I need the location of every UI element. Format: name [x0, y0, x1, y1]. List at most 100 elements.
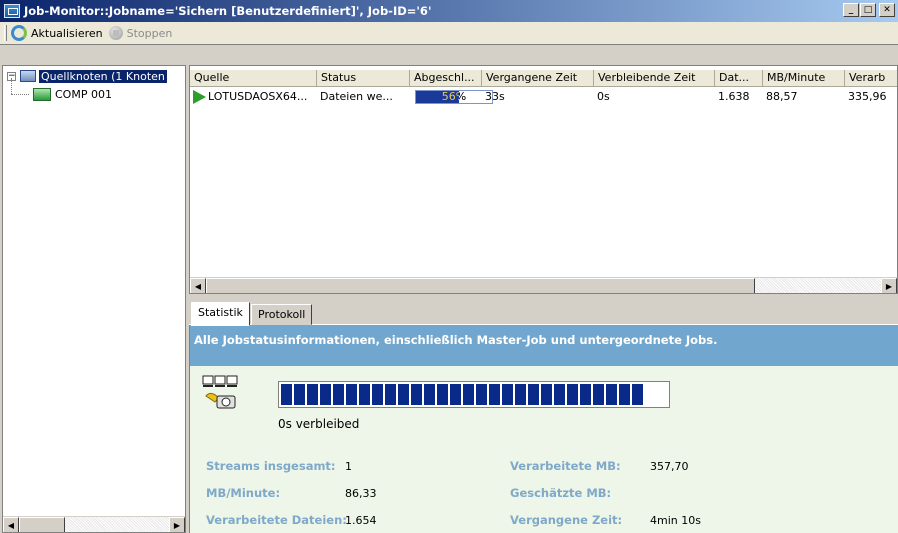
cell-files[interactable]: 1.638	[715, 89, 763, 105]
progress-segment	[554, 384, 565, 405]
scroll-track[interactable]	[755, 278, 881, 293]
stop-icon	[108, 26, 123, 40]
tree-root-label: Quellknoten (1 Knoten	[39, 69, 167, 83]
stop-label: Stoppen	[126, 26, 173, 40]
source-nodes-icon	[20, 70, 36, 82]
tree-line-horizontal	[11, 94, 29, 95]
maximize-button[interactable]: □	[860, 3, 876, 17]
refresh-button[interactable]: Aktualisieren	[11, 25, 103, 41]
progress-segment	[437, 384, 448, 405]
window-title: Job-Monitor::Jobname='Sichern [Benutzerd…	[24, 4, 432, 18]
processed-mb-label: Verarbeitete MB:	[510, 459, 621, 473]
remaining-time-text: 0s verbleibed	[278, 417, 360, 431]
running-icon	[193, 90, 206, 104]
scroll-thumb[interactable]	[19, 517, 65, 532]
progress-label: 56%	[441, 90, 467, 103]
title-bar: Job-Monitor::Jobname='Sichern [Benutzerd…	[0, 0, 898, 22]
progress-segment	[528, 384, 539, 405]
progress-segment	[567, 384, 578, 405]
progress-segment	[541, 384, 552, 405]
column-header[interactable]: Verarb	[845, 70, 897, 87]
scroll-right-icon[interactable]: ▶	[169, 517, 185, 532]
statistics-panel: Alle Jobstatusinformationen, einschließl…	[189, 325, 898, 533]
streams-total-label: Streams insgesamt:	[206, 459, 336, 473]
tab-statistics[interactable]: Statistik	[191, 302, 250, 326]
close-button[interactable]: ✕	[879, 3, 895, 17]
source-node-tree[interactable]: − Quellknoten (1 Knoten COMP 001 ◀ ▶	[2, 65, 186, 533]
stop-button[interactable]: Stoppen	[108, 26, 173, 40]
column-header[interactable]: Abgeschl...	[410, 70, 482, 87]
progress-segment	[307, 384, 318, 405]
job-list[interactable]: Quelle Status Abgeschl... Vergangene Zei…	[189, 65, 898, 294]
toolbar: Aktualisieren Stoppen	[0, 22, 898, 45]
streams-total-value: 1	[345, 460, 352, 473]
progress-segment	[372, 384, 383, 405]
column-header[interactable]: MB/Minute	[763, 70, 845, 87]
progress-segment	[359, 384, 370, 405]
tree-child-label: COMP 001	[55, 87, 112, 101]
progress-segment	[463, 384, 474, 405]
tab-strip: Statistik Protokoll	[189, 301, 898, 326]
column-header[interactable]: Quelle	[190, 70, 317, 87]
cell-remaining[interactable]: 0s	[594, 89, 715, 105]
refresh-icon	[11, 25, 27, 41]
progress-segment	[619, 384, 630, 405]
progress-segment	[424, 384, 435, 405]
progress-segment	[346, 384, 357, 405]
job-network-icon	[202, 375, 238, 409]
progress-segment	[580, 384, 591, 405]
progress-segment	[450, 384, 461, 405]
progress-segment	[294, 384, 305, 405]
detail-header: Alle Jobstatusinformationen, einschließl…	[190, 325, 898, 366]
cell-elapsed[interactable]: 33s	[482, 89, 594, 105]
scroll-left-icon[interactable]: ◀	[3, 517, 19, 532]
scroll-thumb[interactable]	[206, 278, 755, 293]
progress-segment	[281, 384, 292, 405]
progress-segment	[502, 384, 513, 405]
scroll-left-icon[interactable]: ◀	[190, 278, 206, 293]
list-horizontal-scrollbar[interactable]: ◀ ▶	[190, 277, 897, 293]
tab-log[interactable]: Protokoll	[251, 304, 313, 325]
cell-source[interactable]: LOTUSDAOSX64...	[190, 89, 317, 105]
processed-files-value: 1.654	[345, 514, 377, 527]
processed-files-label: Verarbeitete Dateien:	[206, 513, 347, 527]
mb-per-minute-value: 86,33	[345, 487, 377, 500]
progress-segment	[606, 384, 617, 405]
tree-root-node[interactable]: − Quellknoten (1 Knoten	[7, 68, 167, 84]
scroll-track[interactable]	[65, 517, 169, 532]
cell-mb-minute[interactable]: 88,57	[763, 89, 845, 105]
progress-segment	[398, 384, 409, 405]
overall-progress-bar	[278, 381, 670, 408]
progress-segment	[320, 384, 331, 405]
estimated-mb-label: Geschätzte MB:	[510, 486, 612, 500]
processed-mb-value: 357,70	[650, 460, 689, 473]
elapsed-time-value: 4min 10s	[650, 514, 701, 527]
refresh-label: Aktualisieren	[31, 26, 103, 40]
progress-segment	[333, 384, 344, 405]
progress-segment	[476, 384, 487, 405]
tree-line-vertical	[11, 78, 12, 94]
progress-segment	[515, 384, 526, 405]
column-header[interactable]: Dat...	[715, 70, 763, 87]
cell-processed[interactable]: 335,96	[845, 89, 897, 105]
column-header[interactable]: Status	[317, 70, 410, 87]
mb-per-minute-label: MB/Minute:	[206, 486, 281, 500]
window-controls: _ □ ✕	[843, 3, 895, 17]
cell-status[interactable]: Dateien we...	[317, 89, 410, 105]
minimize-button[interactable]: _	[843, 3, 859, 17]
source-text: LOTUSDAOSX64...	[208, 90, 308, 103]
elapsed-time-label: Vergangene Zeit:	[510, 513, 623, 527]
progress-segment	[411, 384, 422, 405]
app-icon	[4, 4, 20, 18]
column-header[interactable]: Verbleibende Zeit	[594, 70, 715, 87]
progress-segment	[385, 384, 396, 405]
computer-icon	[33, 87, 51, 101]
tree-horizontal-scrollbar[interactable]: ◀ ▶	[3, 516, 185, 532]
progress-segment	[593, 384, 604, 405]
progress-segment	[489, 384, 500, 405]
toolbar-grip	[4, 25, 7, 41]
column-header[interactable]: Vergangene Zeit	[482, 70, 594, 87]
tree-child-node[interactable]: COMP 001	[33, 86, 112, 102]
scroll-right-icon[interactable]: ▶	[881, 278, 897, 293]
progress-segment	[632, 384, 643, 405]
